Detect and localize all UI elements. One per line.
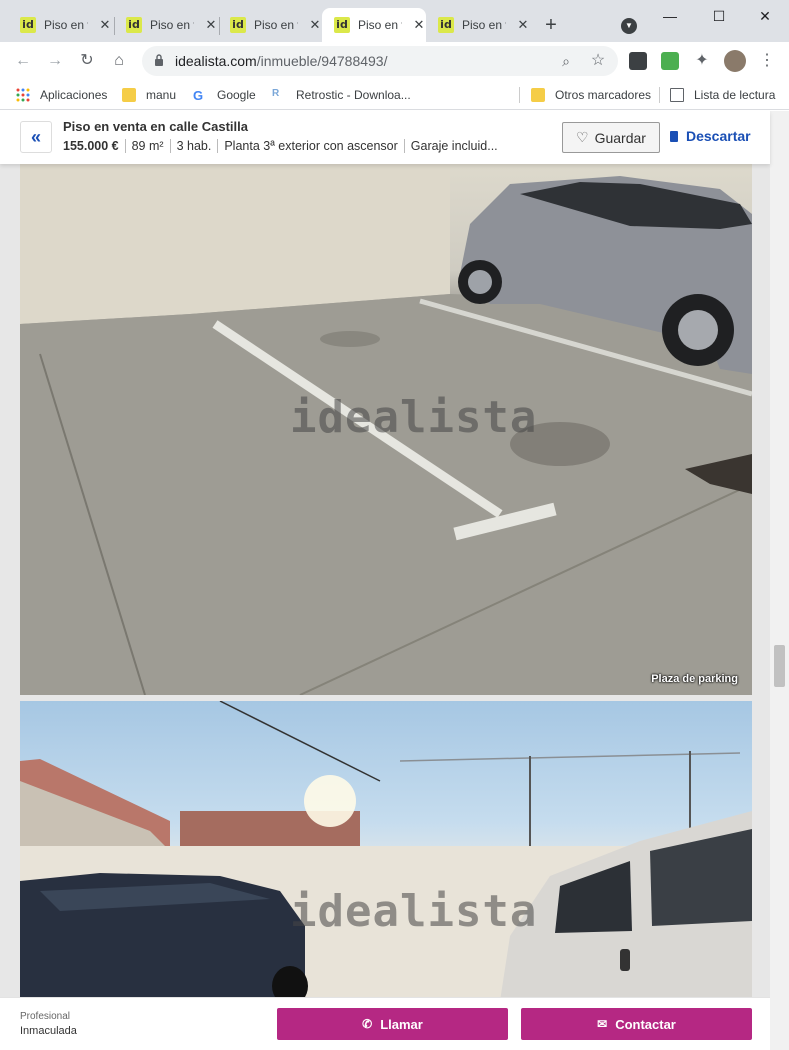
area: 89 m² (124, 139, 170, 153)
page-viewport: « Piso en venta en calle Castilla 155.00… (0, 111, 789, 1050)
bookmark-divider (519, 87, 520, 103)
tab-title: Piso en venta en calle Castilla (44, 18, 88, 32)
apps-grid-icon (16, 88, 30, 102)
contact-label: Contactar (615, 1016, 676, 1032)
chat-icon: ✉ (597, 1017, 608, 1031)
bookmark-apps[interactable]: Aplicaciones (16, 86, 107, 104)
bookmark-divider (659, 87, 660, 103)
folder-icon (531, 88, 545, 102)
url-text: idealista.com/inmueble/94788493/ (175, 53, 387, 69)
bookmark-label: manu (146, 88, 177, 102)
floor: Planta 3ª exterior con ascensor (217, 139, 403, 153)
close-icon[interactable]: ✕ (98, 17, 112, 33)
photo-caption: Plaza de parking (651, 673, 738, 685)
close-icon[interactable]: ✕ (204, 17, 218, 33)
contact-bar: Profesional Inmaculada ✆ Llamar ✉ Contac… (0, 997, 770, 1050)
browser-tab[interactable]: id Piso en venta en calle Castilla ✕ (114, 8, 218, 42)
idealista-favicon-icon: id (334, 17, 350, 33)
bookmarks-bar: Aplicaciones manu G Google R Retrostic -… (0, 80, 789, 110)
bookmark-label: Retrostic - Downloa... (296, 88, 411, 102)
bookmark-retrostic[interactable]: R Retrostic - Downloa... (272, 86, 411, 104)
menu-kebab-icon[interactable]: ⋮ (755, 49, 779, 73)
garage-photo-illustration (20, 701, 752, 1001)
puzzle-extensions-icon[interactable]: ✦ (690, 49, 714, 73)
close-icon[interactable]: ✕ (308, 17, 322, 33)
close-icon[interactable]: ✕ (516, 17, 530, 33)
bookmark-star-icon[interactable]: ☆ (586, 49, 610, 73)
folder-icon (122, 88, 136, 102)
tab-search-chevron-icon[interactable]: ▼ (621, 18, 637, 34)
bookmark-label: Otros marcadores (555, 88, 652, 102)
retrostic-icon: R (272, 88, 280, 99)
tab-title: Piso en venta en calle Castilla (358, 18, 402, 32)
contact-button[interactable]: ✉ Contactar (521, 1008, 752, 1040)
phone-icon: ✆ (362, 1017, 373, 1031)
back-arrow-icon[interactable]: ← (11, 49, 35, 73)
google-g-icon: G (193, 88, 204, 103)
idealista-favicon-icon: id (230, 17, 246, 33)
home-icon[interactable]: ⌂ (107, 49, 131, 73)
extension-icon[interactable] (661, 52, 679, 70)
call-label: Llamar (380, 1016, 423, 1032)
reload-icon[interactable]: ↻ (75, 49, 99, 73)
discard-button[interactable]: Descartar (670, 128, 751, 144)
idealista-watermark: idealista (290, 392, 538, 443)
dark-car (20, 873, 308, 1001)
scrollbar-thumb[interactable] (774, 645, 785, 687)
tab-title: Piso en venta en calle Castilla (150, 18, 194, 32)
bookmark-label: Aplicaciones (40, 88, 108, 102)
call-button[interactable]: ✆ Llamar (277, 1008, 508, 1040)
page-scrollbar[interactable] (770, 111, 789, 1050)
window-close-icon[interactable]: ✕ (750, 6, 780, 26)
lock-icon (155, 54, 163, 66)
trash-icon (670, 130, 678, 142)
maximize-icon[interactable]: ☐ (704, 6, 734, 26)
price: 155.000 € (63, 139, 119, 153)
reading-list[interactable]: Lista de lectura (670, 86, 775, 104)
minimize-icon[interactable]: — (655, 6, 685, 26)
save-label: Guardar (594, 129, 646, 146)
listing-facts: 155.000 € 89 m² 3 hab. Planta 3ª exterio… (63, 139, 504, 153)
idealista-favicon-icon: id (438, 17, 454, 33)
back-to-list-button[interactable]: « (20, 121, 52, 153)
listing-photo-parking[interactable]: idealista Plaza de parking (20, 164, 752, 695)
reading-list-label: Lista de lectura (694, 88, 776, 102)
zoom-icon[interactable]: ⌕ (554, 49, 578, 73)
close-icon[interactable]: ✕ (412, 17, 426, 33)
forward-arrow-icon[interactable]: → (43, 49, 67, 73)
bookmark-other-folder[interactable]: Otros marcadores (531, 86, 651, 104)
discard-label: Descartar (686, 128, 751, 144)
profile-avatar[interactable] (724, 50, 746, 72)
garage: Garaje incluid... (403, 139, 504, 153)
rooms: 3 hab. (169, 139, 218, 153)
tab-title: Piso en venta en calle Castilla (462, 18, 506, 32)
idealista-favicon-icon: id (126, 17, 142, 33)
white-van (500, 811, 752, 1001)
browser-tab[interactable]: id Piso en venta en calle Castilla ✕ (426, 8, 530, 42)
browser-tab-active[interactable]: id Piso en venta en calle Castilla ✕ (322, 8, 426, 42)
browser-tab[interactable]: id Piso en venta en calle Castilla ✕ (8, 8, 113, 42)
listing-photo-garage[interactable]: idealista (20, 701, 752, 1001)
new-tab-plus-icon[interactable]: + (540, 14, 562, 36)
url-path: /inmueble/94788493/ (256, 53, 388, 69)
idealista-favicon-icon: id (20, 17, 36, 33)
agent-name: Inmaculada (20, 1025, 77, 1037)
listing-title: Piso en venta en calle Castilla (63, 119, 248, 134)
extension-icon[interactable] (629, 52, 647, 70)
bookmark-google[interactable]: G Google (193, 86, 256, 104)
listing-sticky-header: « Piso en venta en calle Castilla 155.00… (0, 111, 770, 164)
url-host: idealista.com (175, 53, 257, 69)
heart-icon: ♡ (576, 129, 589, 145)
idealista-watermark: idealista (290, 886, 538, 937)
address-bar[interactable]: idealista.com/inmueble/94788493/ ⌕ ☆ (142, 46, 618, 76)
bookmark-manu[interactable]: manu (122, 86, 176, 104)
tab-strip: id Piso en venta en calle Castilla ✕ id … (0, 0, 789, 42)
bookmark-label: Google (217, 88, 256, 102)
browser-tab[interactable]: id Piso en venta en calle Castilla ✕ (218, 8, 322, 42)
save-button[interactable]: ♡ Guardar (562, 122, 660, 153)
agent-type: Profesional (20, 1011, 71, 1022)
reading-list-icon (670, 88, 684, 102)
tab-title: Piso en venta en calle Castilla (254, 18, 298, 32)
